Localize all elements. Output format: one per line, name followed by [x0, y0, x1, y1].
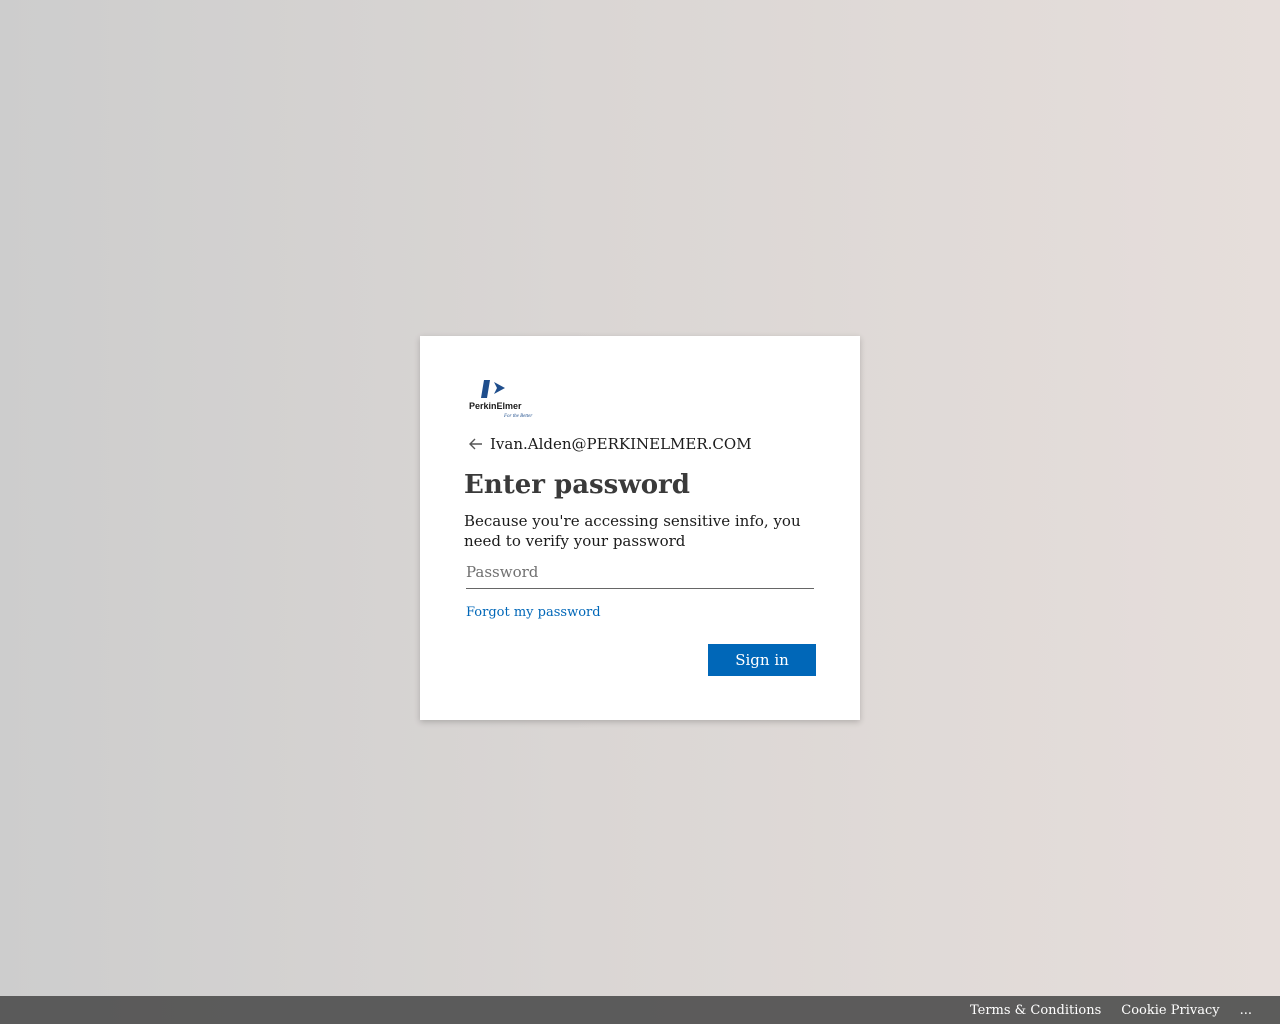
sign-in-button[interactable]: Sign in — [708, 644, 816, 676]
more-options-link[interactable]: ... — [1240, 1003, 1252, 1018]
cookie-privacy-link[interactable]: Cookie Privacy — [1121, 1003, 1219, 1018]
perkinelmer-logo: PerkinElmer For the Better — [469, 380, 532, 418]
forgot-password-link[interactable]: Forgot my password — [466, 605, 601, 620]
account-email: Ivan.Alden@PERKINELMER.COM — [490, 435, 752, 453]
sign-in-card: PerkinElmer For the Better Ivan.Alden@PE… — [420, 336, 860, 720]
terms-link[interactable]: Terms & Conditions — [970, 1003, 1101, 1018]
svg-text:For the Better: For the Better — [503, 414, 532, 418]
footer-bar: Terms & Conditions Cookie Privacy ... — [0, 996, 1280, 1024]
arrow-left-icon[interactable] — [464, 433, 488, 455]
page-title: Enter password — [464, 470, 690, 500]
svg-text:PerkinElmer: PerkinElmer — [469, 401, 522, 411]
description-text: Because you're accessing sensitive info,… — [464, 512, 801, 550]
password-input[interactable] — [466, 556, 814, 589]
identity-banner[interactable]: Ivan.Alden@PERKINELMER.COM — [464, 433, 752, 455]
